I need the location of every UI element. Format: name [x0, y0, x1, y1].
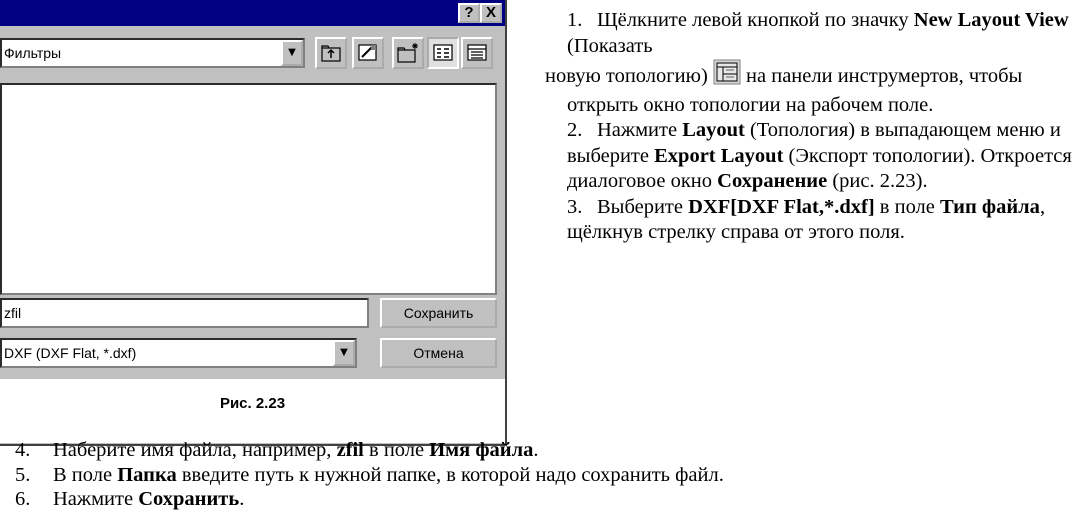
figure-caption: Рис. 2.23	[219, 395, 286, 412]
details-view-icon	[467, 44, 487, 61]
save-button[interactable]: Сохранить	[380, 298, 497, 328]
figure-caption-area: Рис. 2.23	[0, 379, 505, 443]
new-folder-button[interactable]	[392, 37, 424, 69]
step-6: 6. Нажмите Сохранить.	[15, 487, 724, 512]
save-button-label: Сохранить	[403, 305, 474, 321]
step-4-text: Наберите имя файла, например,	[53, 439, 337, 461]
help-button[interactable]: ?	[458, 3, 480, 23]
file-list[interactable]	[0, 83, 497, 295]
step-5-text-2: введите путь к нужной папке, в которой н…	[176, 463, 724, 486]
step-3-text: Выберите	[597, 195, 689, 218]
step-3-text-2: в поле	[874, 195, 941, 218]
step-3-number: 3.	[567, 195, 583, 218]
filetype-select[interactable]: DXF (DXF Flat, *.dxf) ▼	[0, 338, 357, 368]
new-layout-view-icon	[713, 59, 741, 93]
instructions-right: 1. Щёлкните левой кнопкой по значку New L…	[545, 8, 1075, 246]
step-4-bold-filename: Имя файла	[429, 439, 534, 461]
step-1: 1. Щёлкните левой кнопкой по значку New L…	[545, 8, 1075, 118]
folder-value: Фильтры	[4, 45, 62, 61]
filename-value: zfil	[4, 305, 22, 321]
step-6-text-2: .	[239, 488, 245, 510]
desktop-icon	[358, 44, 377, 61]
cancel-button[interactable]: Отмена	[380, 338, 497, 368]
instructions-bottom: 4. Наберите имя файла, например, zfil в п…	[15, 438, 724, 512]
step-2-text-4: (рис. 2.23).	[827, 170, 928, 192]
save-dialog: ? X Фильтры ▼ zfil Сохранить DXF (DXF Fl…	[0, 0, 507, 446]
new-folder-icon	[397, 43, 418, 63]
chevron-down-icon[interactable]: ▼	[333, 340, 355, 366]
details-view-button[interactable]	[461, 37, 493, 69]
step-2-number: 2.	[567, 119, 583, 141]
step-3-bold-filetype: Тип файла	[940, 195, 1040, 218]
step-5-number: 5.	[15, 463, 31, 486]
filetype-value: DXF (DXF Flat, *.dxf)	[4, 345, 137, 361]
step-2: 2. Нажмите Layout (Топология) в выпадающе…	[545, 118, 1075, 195]
step-3-bold-dxf: DXF[DXF Flat,*.dxf]	[688, 195, 875, 218]
step-2-bold-save: Сохранение	[717, 170, 828, 192]
folder-combobox[interactable]: Фильтры ▼	[0, 38, 305, 68]
chevron-down-icon[interactable]: ▼	[281, 40, 303, 66]
step-4-text-2: в поле	[363, 439, 430, 461]
step-2-bold-layout: Layout	[682, 119, 745, 141]
step-6-text: Нажмите	[53, 488, 139, 510]
step-1-text: Щёлкните левой кнопкой по значку	[597, 9, 914, 31]
list-view-icon	[433, 44, 453, 61]
step-1-text-3: новую топологию)	[545, 65, 713, 87]
step-5-bold-folder: Папка	[117, 463, 177, 486]
step-1-number: 1.	[567, 9, 583, 31]
cancel-button-label: Отмена	[413, 345, 464, 361]
step-1-text-2: (Показать	[567, 34, 653, 57]
step-5: 5. В поле Папка введите путь к нужной пап…	[15, 463, 724, 488]
step-4-number: 4.	[15, 439, 31, 461]
step-5-text: В поле	[53, 463, 118, 486]
step-4-bold-zfil: zfil	[336, 439, 364, 461]
filename-input[interactable]: zfil	[0, 298, 369, 328]
step-6-bold-save: Сохранить	[138, 488, 240, 510]
list-view-button[interactable]	[427, 37, 459, 69]
step-6-number: 6.	[15, 488, 31, 510]
desktop-button[interactable]	[352, 37, 384, 69]
dialog-titlebar: ? X	[0, 0, 505, 26]
up-folder-icon	[321, 45, 341, 62]
up-folder-button[interactable]	[315, 37, 347, 69]
step-1-bold: New Layout View	[913, 9, 1069, 31]
step-2-bold-export: Export Layout	[654, 144, 784, 167]
close-button[interactable]: X	[480, 3, 502, 23]
step-4-text-3: .	[533, 439, 539, 461]
step-2-text: Нажмите	[597, 119, 683, 141]
step-3: 3. Выберите DXF[DXF Flat,*.dxf] в поле Ти…	[545, 195, 1075, 246]
step-4: 4. Наберите имя файла, например, zfil в п…	[15, 438, 724, 463]
